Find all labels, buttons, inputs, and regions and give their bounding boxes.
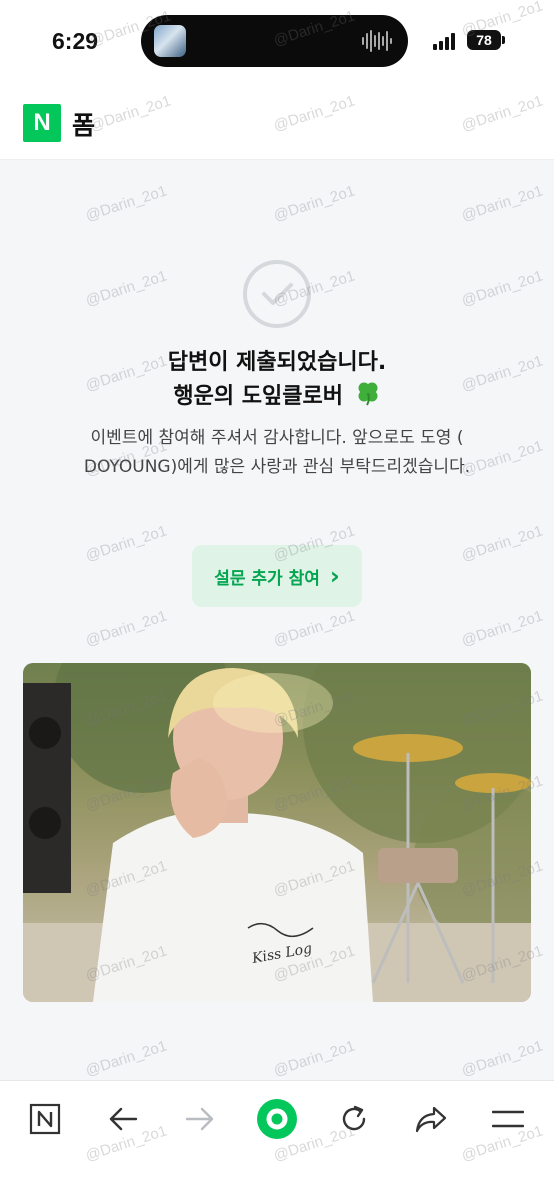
green-dot-icon bbox=[257, 1099, 297, 1139]
home-button[interactable] bbox=[15, 1095, 75, 1143]
now-playing-thumbnail[interactable] bbox=[154, 25, 186, 57]
share-button[interactable] bbox=[401, 1095, 461, 1143]
event-photo: Kiss Log bbox=[23, 663, 531, 1002]
naver-logo[interactable]: N bbox=[23, 104, 61, 142]
refresh-icon bbox=[342, 1105, 366, 1131]
headline-line-2: 행운의 도잎클로버 bbox=[173, 384, 343, 409]
audio-waveform-icon bbox=[362, 29, 392, 53]
forward-button[interactable] bbox=[170, 1095, 230, 1143]
dynamic-island[interactable] bbox=[141, 15, 408, 67]
watermark: @Darin_2o1 bbox=[83, 607, 170, 650]
menu-icon bbox=[492, 1110, 524, 1128]
photo-illustration: Kiss Log bbox=[23, 663, 531, 1002]
menu-button[interactable] bbox=[478, 1095, 538, 1143]
additional-survey-button[interactable]: 설문 추가 참여 › bbox=[192, 545, 362, 607]
thank-you-message: 이벤트에 참여해 주셔서 감사합니다. 앞으로도 도영 ( DOYOUNG)에게… bbox=[83, 428, 471, 477]
watermark: @Darin_2o1 bbox=[459, 1037, 546, 1080]
cellular-signal-icon bbox=[433, 32, 459, 50]
watermark: @Darin_2o1 bbox=[271, 607, 358, 650]
naver-n-icon bbox=[29, 1103, 61, 1135]
app-header: N 폼 bbox=[0, 84, 554, 160]
survey-button-label: 설문 추가 참여 bbox=[214, 568, 320, 589]
chevron-right-icon: › bbox=[329, 562, 340, 590]
green-dot-button[interactable] bbox=[247, 1095, 307, 1143]
check-circle-icon bbox=[243, 260, 311, 328]
watermark: @Darin_2o1 bbox=[459, 267, 546, 310]
status-time: 6:29 bbox=[52, 28, 99, 54]
watermark: @Darin_2o1 bbox=[459, 182, 546, 225]
back-arrow-icon bbox=[109, 1107, 138, 1131]
watermark: @Darin_2o1 bbox=[83, 182, 170, 225]
watermark: @Darin_2o1 bbox=[459, 522, 546, 565]
back-button[interactable] bbox=[93, 1095, 153, 1143]
share-icon bbox=[415, 1106, 447, 1133]
submission-headline: 답변이 제출되었습니다. 행운의 도잎클로버 bbox=[0, 346, 554, 414]
watermark: @Darin_2o1 bbox=[459, 607, 546, 650]
watermark: @Darin_2o1 bbox=[83, 522, 170, 565]
watermark: @Darin_2o1 bbox=[271, 182, 358, 225]
refresh-button[interactable] bbox=[324, 1095, 384, 1143]
battery-icon: 78 bbox=[467, 30, 501, 50]
browser-toolbar bbox=[0, 1080, 554, 1200]
battery-nub bbox=[502, 36, 505, 44]
page-title: 폼 bbox=[72, 111, 96, 140]
watermark: @Darin_2o1 bbox=[83, 1037, 170, 1080]
four-leaf-clover-icon bbox=[358, 382, 378, 406]
status-bar: 6:29 78 bbox=[0, 0, 554, 84]
watermark: @Darin_2o1 bbox=[271, 1037, 358, 1080]
forward-arrow-icon bbox=[185, 1107, 214, 1131]
headline-line-2-wrap: 행운의 도잎클로버 bbox=[0, 380, 554, 414]
headline-line-1: 답변이 제출되었습니다. bbox=[167, 350, 387, 375]
watermark: @Darin_2o1 bbox=[83, 267, 170, 310]
